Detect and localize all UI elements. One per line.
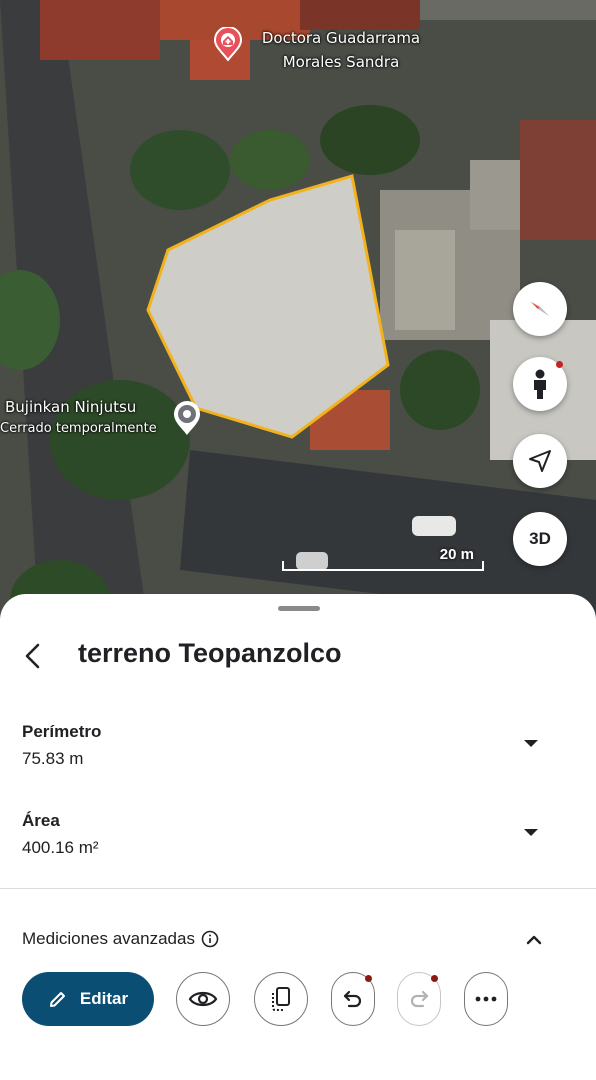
pencil-icon (49, 992, 65, 1007)
area-row[interactable]: Área 400.16 m² (22, 811, 552, 858)
satellite-imagery (0, 0, 596, 640)
street-view-button[interactable] (513, 357, 567, 411)
visibility-button[interactable] (176, 972, 230, 1026)
my-location-button[interactable] (513, 434, 567, 488)
my-location-arrow-icon (529, 450, 551, 472)
redo-indicator-dot (431, 975, 438, 982)
hospital-pin-icon[interactable] (212, 26, 244, 62)
pegman-icon (534, 369, 546, 399)
perimeter-dropdown-icon[interactable] (524, 740, 538, 747)
edit-label: Editar (79, 989, 129, 1008)
perimeter-value: 75.83 m (22, 749, 84, 768)
undo-icon (343, 990, 362, 1008)
area-value: 400.16 m² (22, 838, 99, 857)
redo-button[interactable] (397, 972, 441, 1026)
measurement-title: terreno Teopanzolco (78, 638, 342, 668)
chevron-up-icon[interactable] (524, 930, 544, 950)
three-d-button[interactable]: 3D (513, 512, 567, 566)
divider (0, 888, 596, 889)
eye-icon (188, 991, 218, 1007)
undo-indicator-dot (365, 975, 372, 982)
poi-doctor-line2: Morales Sandra (282, 53, 400, 71)
map-scale: 20 m (282, 545, 484, 573)
area-label: Área (22, 811, 60, 830)
poi-bujinkan-name[interactable]: Bujinkan Ninjutsu (5, 398, 136, 416)
more-icon (475, 996, 497, 1002)
copy-button[interactable] (254, 972, 308, 1026)
notification-dot (556, 361, 563, 368)
copy-icon (272, 987, 290, 1011)
poi-doctor-line1: Doctora Guadarrama (261, 29, 421, 47)
poi-bujinkan-status: Cerrado temporalmente (0, 421, 157, 436)
more-options-button[interactable] (464, 972, 508, 1026)
drag-handle[interactable] (278, 606, 320, 611)
poi-doctor-label[interactable]: Doctora Guadarrama Morales Sandra (246, 26, 436, 74)
advanced-measurements-header[interactable]: Mediciones avanzadas (22, 929, 219, 949)
info-icon[interactable] (201, 930, 219, 948)
place-pin-icon[interactable] (172, 400, 202, 436)
back-button[interactable] (14, 636, 50, 676)
perimeter-row[interactable]: Perímetro 75.83 m (22, 722, 552, 769)
advanced-measurements-label: Mediciones avanzadas (22, 929, 195, 948)
perimeter-label: Perímetro (22, 722, 102, 741)
edit-button[interactable]: Editar (22, 972, 154, 1026)
area-dropdown-icon[interactable] (524, 829, 538, 836)
redo-icon (410, 990, 429, 1008)
compass-icon (531, 302, 549, 316)
undo-button[interactable] (331, 972, 375, 1026)
satellite-map[interactable]: Doctora Guadarrama Morales Sandra Bujink… (0, 0, 596, 640)
back-arrow-icon (25, 643, 40, 669)
scale-bar (282, 561, 484, 571)
compass-button[interactable] (513, 282, 567, 336)
measurement-sheet: terreno Teopanzolco Perímetro 75.83 m Ár… (0, 594, 596, 1080)
